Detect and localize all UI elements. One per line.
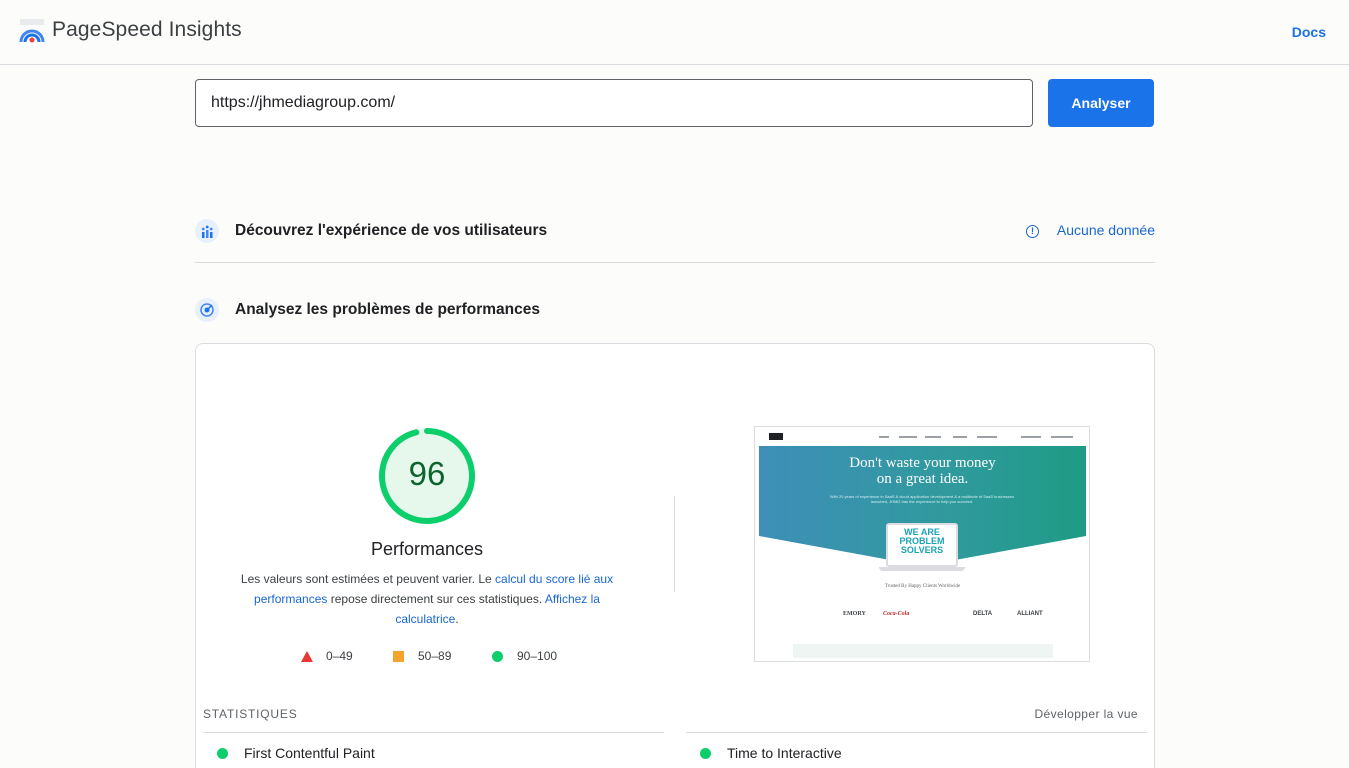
screenshot-logo-icon [769,433,783,440]
expand-view-link[interactable]: Développer la vue [1034,707,1138,721]
screenshot-trusted-text: Trusted By Happy Clients Worldwide [884,584,961,589]
desc-text-1: Les valeurs sont estimées et peuvent var… [240,572,496,586]
screenshot-nav [755,427,1089,447]
screenshot-nav-item [1021,436,1041,438]
pass-circle-icon [700,748,711,759]
score-description: Les valeurs sont estimées et peuvent var… [232,569,622,629]
url-input[interactable] [195,79,1033,127]
performance-section-header: Analysez les problèmes de performances [195,294,1155,328]
fail-triangle-icon [301,651,313,662]
pass-circle-icon [217,748,228,759]
legend-average-range: 50–89 [418,649,452,663]
badge-line-3: SOLVERS [900,545,944,555]
metric-name: Time to Interactive [727,745,842,761]
client-logo: DELTA [973,611,993,617]
section-divider [195,262,1155,263]
desc-text-3: . [455,612,459,626]
screenshot-laptop-base [879,567,965,571]
card-vertical-divider [674,496,675,592]
stats-section-label: STATISTIQUES [203,707,298,721]
screenshot-nav-item [1051,436,1073,438]
headline-line-1: Don't waste your money [849,455,996,471]
screenshot-footer [793,644,1053,658]
legend-pass-range: 90–100 [517,649,558,663]
diagnostics-icon [195,298,219,322]
screenshot-nav-item [899,436,917,438]
client-logo: Coca-Cola [883,611,910,617]
info-icon: ! [1026,225,1039,238]
page-screenshot: Don't waste your money on a great idea. … [754,426,1090,662]
screenshot-nav-item [879,436,889,438]
top-header: PageSpeed Insights Docs [0,0,1349,65]
client-logo: EMORY [843,611,866,617]
screenshot-nav-item [953,436,967,438]
screenshot-badge: WE ARE PROBLEM SOLVERS [888,528,956,555]
experience-section-header[interactable]: Découvrez l'expérience de vos utilisateu… [195,215,1155,249]
legend-fail-range: 0–49 [326,649,353,663]
app-title: PageSpeed Insights [52,18,242,41]
stats-divider-right [686,732,1147,733]
client-logo: ALLIANT [1017,611,1043,617]
pagespeed-logo-icon[interactable] [19,18,45,44]
screenshot-subtext: With 20 years of experience in SaaS & cl… [829,494,1015,504]
no-data-label[interactable]: Aucune donnée [1057,222,1155,238]
screenshot-nav-item [925,436,941,438]
users-icon [195,219,219,243]
pass-circle-icon [492,651,503,662]
average-square-icon [393,651,404,662]
performance-label: Performances [370,539,484,559]
headline-line-2: on a great idea. [876,471,969,487]
analyze-button[interactable]: Analyser [1048,79,1154,127]
experience-title: Découvrez l'expérience de vos utilisateu… [235,222,548,239]
docs-link[interactable]: Docs [1292,24,1326,40]
screenshot-nav-item [977,436,997,438]
metric-name: First Contentful Paint [244,745,375,761]
performance-score: 96 [408,455,446,492]
performance-title: Analysez les problèmes de performances [235,301,540,318]
stats-divider-left [203,732,664,733]
desc-text-2: repose directement sur ces statistiques. [327,592,545,606]
screenshot-headline: Don't waste your money on a great idea. [759,455,1086,487]
